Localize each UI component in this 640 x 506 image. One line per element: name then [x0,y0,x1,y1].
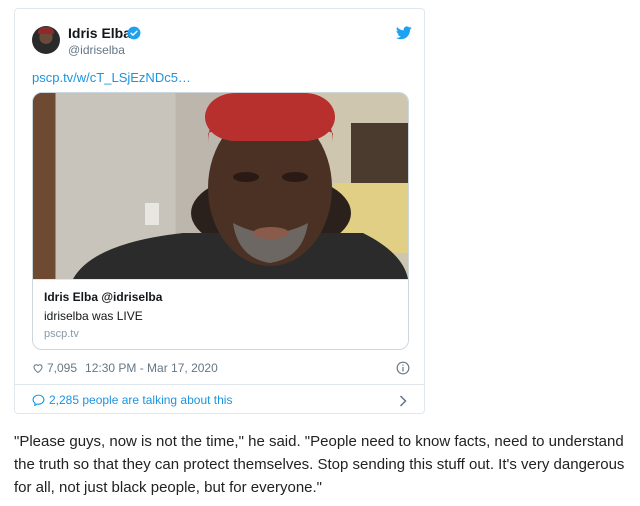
article-quote: "Please guys, now is not the time," he s… [14,433,625,496]
comment-bubble-icon [32,394,45,406]
embedded-tweet: Idris Elba @idriselba pscp.tv/w/cT_LSjEz… [14,8,425,414]
heart-icon[interactable] [32,362,44,374]
card-description: idriselba was LIVE [44,309,143,323]
author-name[interactable]: Idris Elba [68,25,131,41]
card-info: Idris Elba @idriselba idriselba was LIVE… [33,279,408,349]
verified-badge-icon [127,26,141,40]
author-handle[interactable]: @idriselba [68,43,125,57]
card-title: Idris Elba @idriselba [44,290,163,304]
talking-count-text[interactable]: 2,285 people are talking about this [49,393,232,407]
tweet-meta: 7,095 12:30 PM - Mar 17, 2020 [32,361,218,375]
divider [15,384,424,385]
chevron-right-icon[interactable] [399,395,407,407]
card-domain: pscp.tv [44,328,79,340]
conversation-link[interactable]: 2,285 people are talking about this [32,393,232,407]
twitter-bird-icon[interactable] [396,26,412,40]
info-icon[interactable] [396,361,410,375]
tweet-timestamp[interactable]: 12:30 PM - Mar 17, 2020 [85,361,218,375]
avatar[interactable] [32,26,60,54]
tweet-link[interactable]: pscp.tv/w/cT_LSjEzNDc5… [32,70,191,85]
like-count[interactable]: 7,095 [47,361,77,375]
card-preview-image [33,93,408,279]
link-card[interactable]: Idris Elba @idriselba idriselba was LIVE… [32,92,409,350]
video-still [33,93,408,279]
avatar-hat [38,27,54,34]
